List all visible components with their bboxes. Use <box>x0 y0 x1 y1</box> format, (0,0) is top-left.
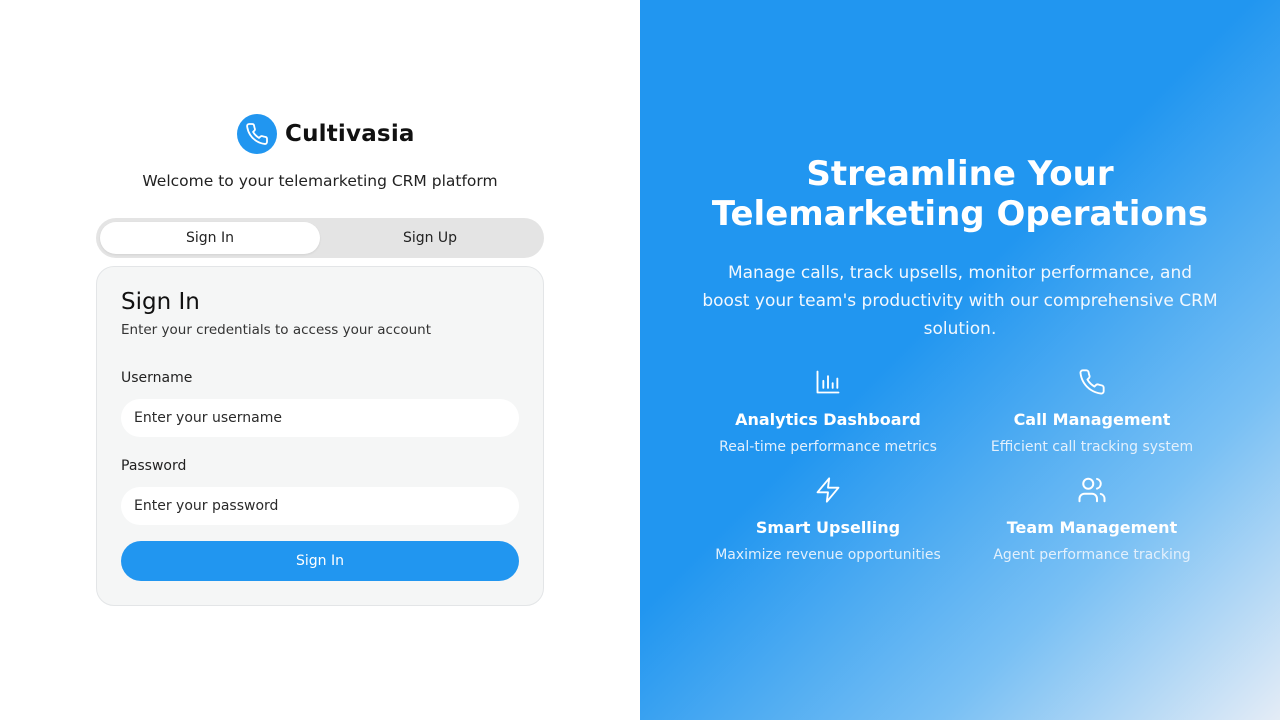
feature-desc: Maximize revenue opportunities <box>715 547 941 563</box>
feature-call-management: Call Management Efficient call tracking … <box>942 366 1242 455</box>
hero-title-line: Telemarketing Operations <box>711 194 1209 234</box>
feature-desc: Real-time performance metrics <box>719 439 937 455</box>
hero-subtitle: Manage calls, track upsells, monitor per… <box>702 263 1218 339</box>
card-title: Sign In <box>121 289 200 315</box>
card-subtitle: Enter your credentials to access your ac… <box>121 322 432 338</box>
feature-title: Team Management <box>1006 518 1178 537</box>
hero-title: Streamline Your Telemarketing Operations <box>640 154 1280 234</box>
lightning-icon <box>678 474 978 506</box>
sign-in-card: Sign In Enter your credentials to access… <box>96 266 544 606</box>
bar-chart-icon <box>678 366 978 398</box>
password-input[interactable] <box>121 487 519 525</box>
feature-upselling: Smart Upselling Maximize revenue opportu… <box>678 474 978 563</box>
feature-analytics: Analytics Dashboard Real-time performanc… <box>678 366 978 455</box>
auth-tabs: Sign In Sign Up <box>96 218 544 258</box>
users-icon <box>942 474 1242 506</box>
username-label: Username <box>121 370 193 386</box>
phone-icon <box>942 366 1242 398</box>
phone-icon <box>237 114 277 154</box>
tab-sign-up[interactable]: Sign Up <box>320 222 540 254</box>
auth-panel: Cultivasia Welcome to your telemarketing… <box>0 0 640 720</box>
feature-team-management: Team Management Agent performance tracki… <box>942 474 1242 563</box>
feature-desc: Efficient call tracking system <box>990 439 1194 455</box>
tab-sign-in[interactable]: Sign In <box>100 222 320 254</box>
welcome-text: Welcome to your telemarketing CRM platfo… <box>142 172 498 190</box>
hero-panel: Streamline Your Telemarketing Operations… <box>640 0 1280 720</box>
sign-in-button[interactable]: Sign In <box>121 541 519 581</box>
feature-title: Analytics Dashboard <box>735 410 921 429</box>
feature-title: Smart Upselling <box>755 518 901 537</box>
feature-title: Call Management <box>1013 410 1171 429</box>
username-input[interactable] <box>121 399 519 437</box>
brand: Cultivasia <box>237 114 415 154</box>
hero-title-line: Streamline Your <box>806 154 1114 194</box>
brand-name: Cultivasia <box>285 121 415 147</box>
feature-desc: Agent performance tracking <box>993 547 1191 563</box>
password-label: Password <box>121 458 187 474</box>
